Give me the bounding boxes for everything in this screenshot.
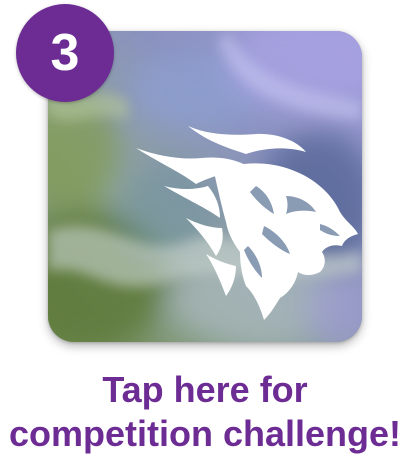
- cta-line-1: Tap here for: [102, 369, 308, 410]
- lion-head-icon: [136, 126, 358, 320]
- challenge-cta-link[interactable]: Tap here for competition challenge!: [0, 368, 410, 456]
- step-number-badge: 3: [16, 4, 114, 102]
- competition-challenge-card: 3 Tap here for competition challenge!: [0, 0, 410, 470]
- cta-line-2: competition challenge!: [8, 413, 402, 454]
